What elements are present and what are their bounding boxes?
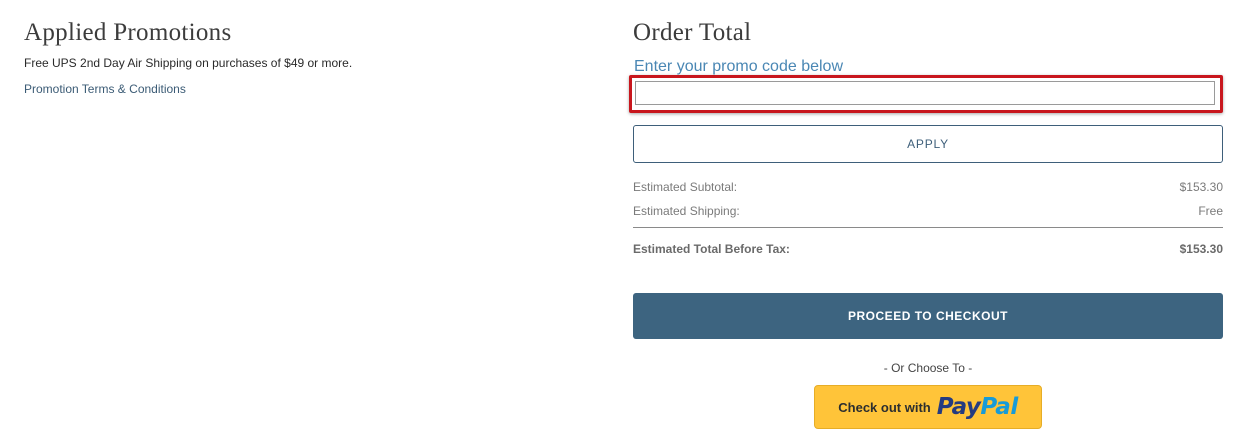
summary-divider <box>633 227 1223 228</box>
paypal-logo-pal: Pal <box>980 393 1018 420</box>
proceed-to-checkout-button[interactable]: PROCEED TO CHECKOUT <box>633 293 1223 339</box>
shipping-label: Estimated Shipping: <box>633 204 740 218</box>
subtotal-label: Estimated Subtotal: <box>633 180 738 194</box>
paypal-logo-pay: Pay <box>936 393 981 420</box>
order-total-title: Order Total <box>633 19 752 46</box>
subtotal-row: Estimated Subtotal: $153.30 <box>633 179 1223 195</box>
applied-promotions-title: Applied Promotions <box>24 19 232 46</box>
promotion-description: Free UPS 2nd Day Air Shipping on purchas… <box>24 56 353 70</box>
promotion-terms-link[interactable]: Promotion Terms & Conditions <box>24 81 186 97</box>
shipping-value: Free <box>1198 204 1223 218</box>
promo-code-input[interactable] <box>635 81 1215 105</box>
promo-code-highlight <box>629 75 1223 113</box>
paypal-logo-icon: PayPal <box>936 393 1019 420</box>
paypal-checkout-button[interactable]: Check out with PayPal <box>814 385 1042 429</box>
paypal-prefix-text: Check out with <box>838 399 931 415</box>
total-value: $153.30 <box>1179 242 1223 256</box>
subtotal-value: $153.30 <box>1179 180 1223 194</box>
apply-button[interactable]: APPLY <box>633 125 1223 163</box>
total-row: Estimated Total Before Tax: $153.30 <box>633 241 1223 257</box>
or-choose-text: - Or Choose To - <box>883 361 973 375</box>
shipping-row: Estimated Shipping: Free <box>633 203 1223 219</box>
total-label: Estimated Total Before Tax: <box>633 242 790 256</box>
promo-code-label: Enter your promo code below <box>634 58 843 75</box>
